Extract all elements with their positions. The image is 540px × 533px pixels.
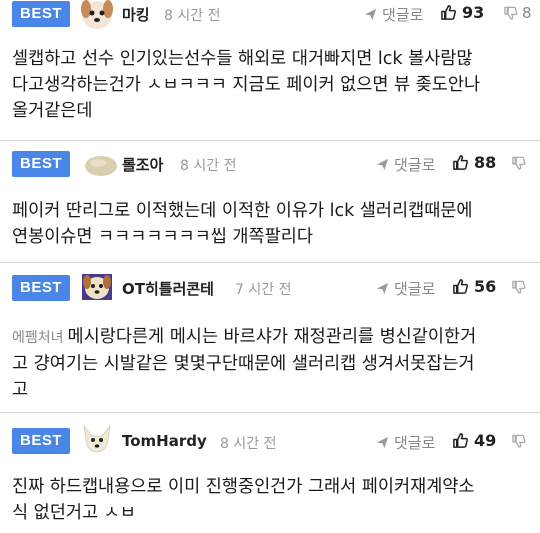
comment-text: 페이커 딴리그로 이적했는데 이적한 이유가 lck 샐러리캡때문에 연봉이슈면… xyxy=(12,198,532,250)
dislike-count: 8 xyxy=(522,4,532,22)
comment-item: BEST 마킹 8 시간 전 댓글로 93 8 셀캡하고 선수 인기있는선수들 … xyxy=(0,0,540,140)
avatar-chihuahua-icon xyxy=(83,424,111,453)
like-count: 93 xyxy=(462,3,485,22)
thumbs-up-icon[interactable] xyxy=(440,4,457,21)
best-badge: BEST xyxy=(12,151,70,177)
send-arrow-icon xyxy=(376,436,389,449)
reply-button[interactable]: 댓글로 xyxy=(376,432,435,453)
comment-item: BEST 롤조아 8 시간 전 댓글로 88 페이커 딴리그로 이적했는데 이적… xyxy=(0,148,540,256)
thumbs-down-icon[interactable] xyxy=(511,155,526,171)
thumbs-up-icon[interactable] xyxy=(452,432,469,449)
reply-button[interactable]: 댓글로 xyxy=(376,154,435,175)
comment-line-text: 메시랑다른게 메시는 바르샤가 재정관리를 병신같이한거 xyxy=(67,327,477,347)
comment-text: 셀캡하고 선수 인기있는선수들 해외로 대거빠지면 lck 볼사람많 다고생각하… xyxy=(12,46,532,124)
thumbs-down-icon[interactable] xyxy=(503,5,518,21)
thumbs-down-icon[interactable] xyxy=(511,433,526,449)
thumbs-down-icon[interactable] xyxy=(511,279,526,295)
reply-button[interactable]: 댓글로 xyxy=(364,4,423,25)
send-arrow-icon xyxy=(376,282,389,295)
comment-line: 고 걍여기는 시발같은 몇몇구단때문에 샐러리캡 생겨서못잡는거 xyxy=(12,354,475,374)
comment-text: 에펨처녀 메시랑다른게 메시는 바르샤가 재정관리를 병신같이한거 고 걍여기는 … xyxy=(12,324,532,403)
timestamp: 8 시간 전 xyxy=(180,158,237,174)
comment-line: 에펨처녀 메시랑다른게 메시는 바르샤가 재정관리를 병신같이한거 xyxy=(12,324,532,351)
nickname[interactable]: TomHardy xyxy=(122,432,207,450)
user-tag: 에펨처녀 xyxy=(12,330,64,346)
comment-line: 식 없던거고 ㅅㅂ xyxy=(12,503,136,523)
best-badge: BEST xyxy=(12,428,70,454)
reply-label: 댓글로 xyxy=(394,156,436,174)
comment-line: 연봉이슈면 ㅋㅋㅋㅋㅋㅋㅋ씹 개쪽팔리다 xyxy=(12,227,313,247)
timestamp: 7 시간 전 xyxy=(235,282,292,298)
divider xyxy=(0,412,540,413)
avatar-blob-icon xyxy=(85,156,117,176)
send-arrow-icon xyxy=(376,158,389,171)
comment-line: 고 xyxy=(12,380,29,400)
comment-line: 페이커 딴리그로 이적했는데 이적한 이유가 lck 샐러리캡때문에 xyxy=(12,201,473,221)
comment-text: 진짜 하드캡내용으로 이미 진행중인건가 그래서 페이커재계약소 식 없던거고 … xyxy=(12,474,532,526)
nickname[interactable]: 롤조아 xyxy=(122,154,163,175)
reply-label: 댓글로 xyxy=(382,6,424,24)
comment-item: BEST TomHardy 8 시간 전 댓글로 49 진짜 하드캡내용으로 이… xyxy=(0,424,540,533)
send-arrow-icon xyxy=(364,8,377,21)
divider xyxy=(0,140,540,141)
timestamp: 8 시간 전 xyxy=(220,436,277,452)
like-count: 56 xyxy=(474,277,497,296)
best-badge: BEST xyxy=(12,1,70,27)
reply-label: 댓글로 xyxy=(394,434,436,452)
comment-item: BEST OT히틀러콘테 7 시간 전 댓글로 56 에펨처녀 메시랑다른게 메시… xyxy=(0,272,540,412)
avatar-dog-icon xyxy=(81,0,113,29)
comment-line: 셀캡하고 선수 인기있는선수들 해외로 대거빠지면 lck 볼사람많 xyxy=(12,49,473,69)
nickname[interactable]: OT히틀러콘테 xyxy=(122,278,214,299)
comment-line: 진짜 하드캡내용으로 이미 진행중인건가 그래서 페이커재계약소 xyxy=(12,477,475,497)
thumbs-up-icon[interactable] xyxy=(452,154,469,171)
like-count: 49 xyxy=(474,431,497,450)
avatar-pixel-dog-icon xyxy=(82,274,112,300)
reply-label: 댓글로 xyxy=(394,280,436,298)
like-count: 88 xyxy=(474,153,497,172)
comment-line: 다고생각하는건가 ㅅㅂㅋㅋㅋ 지금도 페이커 없으면 뷰 좆도안나 xyxy=(12,75,481,95)
timestamp: 8 시간 전 xyxy=(164,8,221,24)
thumbs-up-icon[interactable] xyxy=(452,278,469,295)
comment-line: 올거같은데 xyxy=(12,101,93,121)
nickname[interactable]: 마킹 xyxy=(122,4,150,25)
best-badge: BEST xyxy=(12,275,70,301)
reply-button[interactable]: 댓글로 xyxy=(376,278,435,299)
divider xyxy=(0,262,540,263)
